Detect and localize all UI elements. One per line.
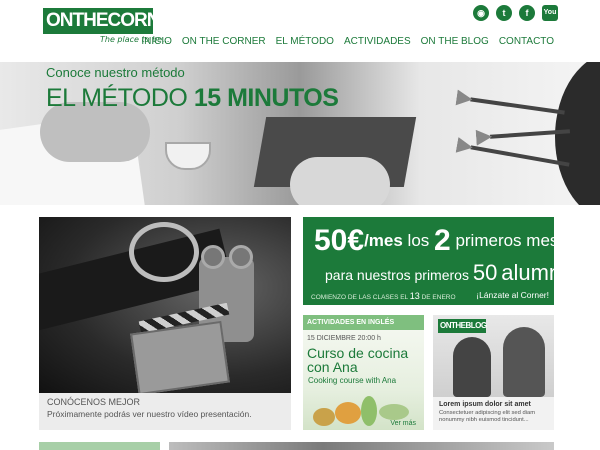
logo-wordmark: ONTHECORNER — [43, 8, 185, 34]
hero-title-light: EL MÉTODO — [46, 84, 188, 112]
promo-los: los — [407, 231, 430, 250]
activity-band: ACTIVIDADES EN INGLÉS — [303, 315, 424, 330]
nav-on-the-blog[interactable]: ON THE BLOG — [421, 36, 489, 47]
next-banner-top — [169, 442, 554, 450]
main-nav: INICIO ON THE CORNER EL MÉTODO ACTIVIDAD… — [131, 36, 554, 47]
hero-title-bold: 15 MINUTOS — [193, 84, 339, 112]
hero-hand2-image — [290, 157, 390, 205]
social-links: ◉ t f You — [466, 5, 558, 21]
promo-line-2: para nuestros primeros 50 alumnos — [325, 260, 584, 286]
promo-first-months: primeros meses — [455, 231, 577, 250]
food-shape — [361, 396, 377, 426]
activity-card[interactable]: ACTIVIDADES EN INGLÉS 15 DICIEMBRE 20:00… — [303, 315, 424, 430]
site-header: ONTHECORNER The place to be... ◉ t f You… — [0, 0, 600, 62]
promo-price: 50€ — [314, 224, 365, 257]
dart-image — [470, 97, 565, 115]
promo-banner[interactable]: 50€/mes los 2 primeros meses para nuestr… — [303, 217, 584, 305]
blog-logo: ONTHEBLOG — [438, 319, 487, 333]
promo-alumnos: alumnos — [501, 260, 585, 285]
nav-contacto[interactable]: CONTACTO — [499, 36, 554, 47]
keychain-photo — [39, 217, 291, 393]
youtube-icon[interactable]: You — [542, 5, 558, 21]
facebook-icon[interactable]: f — [519, 5, 535, 21]
camera-reel-shape — [229, 245, 253, 269]
promo-start-suffix: DE ENERO — [421, 294, 456, 301]
promo-start-prefix: COMIENZO DE LAS CLASES EL — [311, 294, 408, 301]
food-shape — [335, 402, 361, 424]
promo-two: 2 — [434, 224, 451, 257]
next-card-top — [39, 442, 160, 450]
about-card-description: Próximamente podrás ver nuestro vídeo pr… — [47, 409, 252, 419]
clapperboard-shape — [130, 320, 230, 393]
hero-title: EL MÉTODO 15 MINUTOS — [46, 84, 339, 113]
about-card-title: CONÓCENOS MEJOR — [47, 397, 141, 407]
person-shape — [503, 327, 545, 397]
blog-card[interactable]: ONTHEBLOG Lorem ipsum dolor sit amet Con… — [433, 315, 554, 430]
food-shape — [379, 404, 409, 420]
hero-cup-image — [165, 142, 211, 170]
twitter-icon[interactable]: t — [496, 5, 512, 21]
blog-post-title[interactable]: Lorem ipsum dolor sit amet — [439, 401, 531, 408]
promo-start-day: 13 — [409, 291, 420, 301]
nav-actividades[interactable]: ACTIVIDADES — [344, 36, 411, 47]
nav-el-metodo[interactable]: EL MÉTODO — [276, 36, 334, 47]
person-shape — [453, 337, 491, 397]
camera-reel-shape — [201, 245, 225, 269]
promo-start-date: COMIENZO DE LAS CLASES EL 13 DE ENERO — [311, 291, 456, 301]
hero-banner[interactable]: Conoce nuestro método EL MÉTODO 15 MINUT… — [0, 62, 600, 205]
activity-more-link[interactable]: Ver más — [390, 420, 416, 427]
promo-fifty: 50 — [472, 260, 498, 285]
about-card[interactable]: CONÓCENOS MEJOR Próximamente podrás ver … — [39, 217, 291, 430]
food-shape — [313, 408, 335, 426]
promo-per: /mes — [364, 231, 403, 250]
keyring-shape — [129, 222, 199, 282]
activity-title: Curso de cocina con Ana — [307, 345, 409, 375]
blog-post-excerpt: Consectetuer adipiscing elit sed diam no… — [439, 410, 536, 423]
rss-icon[interactable]: ◉ — [473, 5, 489, 21]
hero-subtitle: Conoce nuestro método — [46, 65, 185, 80]
promo-para: para nuestros primeros — [325, 267, 469, 283]
nav-on-the-corner[interactable]: ON THE CORNER — [182, 36, 266, 47]
activity-date: 15 DICIEMBRE 20:00 h — [307, 335, 381, 342]
promo-cta-link[interactable]: ¡Lánzate al Corner! — [476, 290, 549, 300]
promo-line-1: 50€/mes los 2 primeros meses — [314, 224, 576, 258]
activity-subtitle: Cooking course with Ana — [308, 376, 397, 385]
nav-inicio[interactable]: INICIO — [141, 36, 172, 47]
